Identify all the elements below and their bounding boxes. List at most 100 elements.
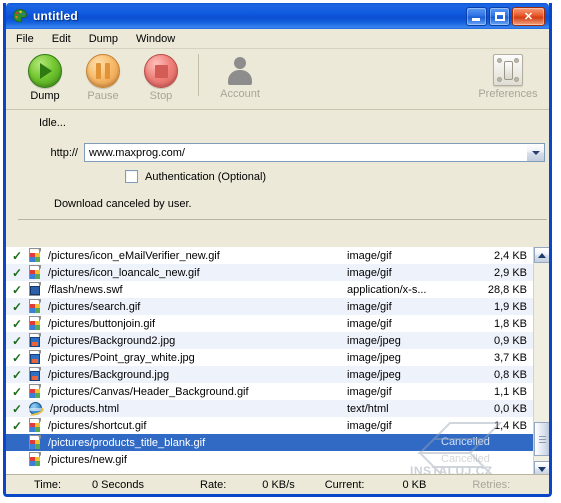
- file-list-panel: ✓/pictures/icon_eMailVerifier_new.gif ima…: [6, 247, 549, 477]
- file-name: /pictures/Point_gray_white.jpg: [48, 351, 195, 364]
- table-row[interactable]: ✓ /products.html text/html 0,0 KB: [6, 400, 533, 418]
- file-name: /pictures/Background2.jpg: [48, 334, 176, 347]
- checkmark-icon[interactable]: ✓: [6, 352, 28, 364]
- file-name: /pictures/shortcut.gif: [48, 419, 147, 432]
- dump-button[interactable]: Dump: [18, 54, 72, 102]
- menu-item-window[interactable]: Window: [135, 32, 184, 46]
- chevron-down-icon[interactable]: [526, 144, 544, 161]
- checkmark-icon[interactable]: ✓: [6, 318, 28, 330]
- play-icon: [28, 54, 62, 88]
- gif-file-icon: [28, 299, 42, 314]
- table-row[interactable]: ✓ /pictures/buttonjoin.gif image/gif 1,8 KB: [6, 315, 533, 332]
- authentication-checkbox[interactable]: [125, 170, 138, 183]
- file-size: 0,8 KB: [493, 368, 527, 381]
- gif-file-icon: [28, 418, 42, 433]
- file-name: /pictures/search.gif: [48, 300, 141, 313]
- table-row[interactable]: /pictures/new.gif: [6, 451, 533, 468]
- authentication-row[interactable]: Authentication (Optional): [125, 170, 266, 183]
- table-row[interactable]: ✓ /flash/news.swf application/x-s... 28,8 K…: [6, 281, 533, 298]
- file-name: /pictures/Canvas/Header_Background.gif: [48, 385, 249, 398]
- table-row[interactable]: ✓ /pictures/shortcut.gif image/gif 1,4 KB: [6, 417, 533, 434]
- menu-item-file[interactable]: File: [15, 32, 43, 46]
- table-row[interactable]: ✓ /pictures/icon_eMailVerifier_new.gif ima…: [6, 247, 533, 264]
- switch-plate-icon: [493, 54, 523, 86]
- checkmark-icon[interactable]: ✓: [6, 386, 28, 398]
- time-label: Time:: [34, 478, 62, 491]
- close-button[interactable]: ✕: [512, 6, 545, 26]
- swf-file-icon: [28, 282, 42, 297]
- minimize-button[interactable]: [466, 6, 487, 26]
- vertical-scrollbar[interactable]: [533, 247, 549, 477]
- url-combobox[interactable]: [84, 143, 545, 162]
- menu-item-edit[interactable]: Edit: [51, 32, 80, 46]
- checkmark-icon[interactable]: ✓: [6, 301, 28, 313]
- file-list[interactable]: ✓/pictures/icon_eMailVerifier_new.gif ima…: [6, 247, 533, 477]
- close-icon: ✕: [523, 10, 534, 23]
- file-mime-type: image/gif: [347, 249, 392, 262]
- file-size: 1,9 KB: [493, 300, 527, 313]
- url-row: http://: [6, 143, 549, 162]
- file-mime-type: image/gif: [347, 300, 392, 313]
- palette-icon: [12, 8, 28, 24]
- file-mime-type: image/gif: [347, 266, 392, 279]
- table-row[interactable]: ✓ /pictures/icon_loancalc_new.gif image/gi…: [6, 264, 533, 281]
- window-title: untitled: [33, 9, 78, 23]
- application-window: untitled ✕ File Edit Dump Window Dump Pa…: [3, 3, 552, 497]
- stop-button[interactable]: Stop: [134, 54, 188, 102]
- account-button[interactable]: Account: [207, 54, 273, 100]
- window-controls: ✕: [466, 6, 545, 26]
- chevron-up-icon: [538, 252, 546, 258]
- checkmark-icon[interactable]: ✓: [6, 284, 28, 296]
- chevron-down-icon: [538, 466, 546, 472]
- jpg-file-icon: [28, 367, 42, 382]
- table-row[interactable]: ✓ /pictures/Canvas/Header_Background.gif i…: [6, 383, 533, 400]
- title-bar[interactable]: untitled ✕: [6, 3, 549, 29]
- file-name: /flash/news.swf: [48, 283, 123, 296]
- file-mime-type: image/jpeg: [347, 351, 401, 364]
- file-size: 1,4 KB: [493, 419, 527, 432]
- file-size: 0,0 KB: [493, 402, 527, 415]
- checkmark-icon[interactable]: ✓: [6, 250, 28, 262]
- user-icon: [224, 54, 256, 86]
- url-input[interactable]: [85, 145, 526, 160]
- file-name: /pictures/icon_eMailVerifier_new.gif: [48, 249, 220, 262]
- authentication-label: Authentication (Optional): [145, 170, 267, 183]
- checkmark-icon[interactable]: ✓: [6, 420, 28, 432]
- maximize-button[interactable]: [489, 6, 510, 26]
- file-name: /pictures/products_title_blank.gif: [48, 436, 206, 449]
- table-row[interactable]: ✓ /pictures/Background.jpg image/jpeg 0,8 K…: [6, 366, 533, 383]
- stop-icon: [144, 54, 178, 88]
- checkmark-icon[interactable]: ✓: [6, 403, 28, 415]
- scrollbar-thumb[interactable]: [534, 422, 549, 456]
- download-form: Idle... http:// Authentication (Optional…: [6, 110, 549, 220]
- file-mime-type: text/html: [347, 402, 389, 415]
- checkmark-icon[interactable]: ✓: [6, 335, 28, 347]
- status-bar: Time: 0 Seconds Rate: 0 KB/s Current: 0 …: [6, 474, 549, 494]
- checkmark-icon[interactable]: ✓: [6, 369, 28, 381]
- html-file-icon: [27, 401, 45, 418]
- download-message: Download canceled by user.: [54, 198, 192, 210]
- gif-file-icon: [28, 316, 42, 331]
- jpg-file-icon: [28, 333, 42, 348]
- pause-button[interactable]: Pause: [76, 54, 130, 102]
- checkmark-icon[interactable]: ✓: [6, 267, 28, 279]
- pause-button-label: Pause: [87, 90, 119, 102]
- stop-button-label: Stop: [149, 90, 173, 102]
- table-row[interactable]: ✓ /pictures/search.gif image/gif 1,9 KB: [6, 298, 533, 315]
- menu-item-dump[interactable]: Dump: [88, 32, 127, 46]
- file-mime-type: image/jpeg: [347, 334, 401, 347]
- table-row[interactable]: ✓ /pictures/Background2.jpg image/jpeg 0,9 …: [6, 332, 533, 349]
- file-size: 0,9 KB: [493, 334, 527, 347]
- table-row[interactable]: ✓ /pictures/Point_gray_white.jpg image/jpe…: [6, 349, 533, 366]
- file-mime-type: image/gif: [347, 317, 392, 330]
- preferences-button-label: Preferences: [478, 88, 538, 100]
- file-name: /products.html: [50, 402, 120, 415]
- file-size: 2,9 KB: [493, 266, 527, 279]
- preferences-button[interactable]: Preferences: [477, 54, 539, 100]
- table-row[interactable]: /pictures/products_title_blank.gif: [6, 434, 533, 451]
- scroll-up-button[interactable]: [534, 247, 549, 263]
- file-size: 1,1 KB: [493, 385, 527, 398]
- toolbar: Dump Pause Stop Account Preferences: [6, 49, 549, 110]
- file-name: /pictures/buttonjoin.gif: [48, 317, 156, 330]
- gif-file-icon: [28, 452, 42, 467]
